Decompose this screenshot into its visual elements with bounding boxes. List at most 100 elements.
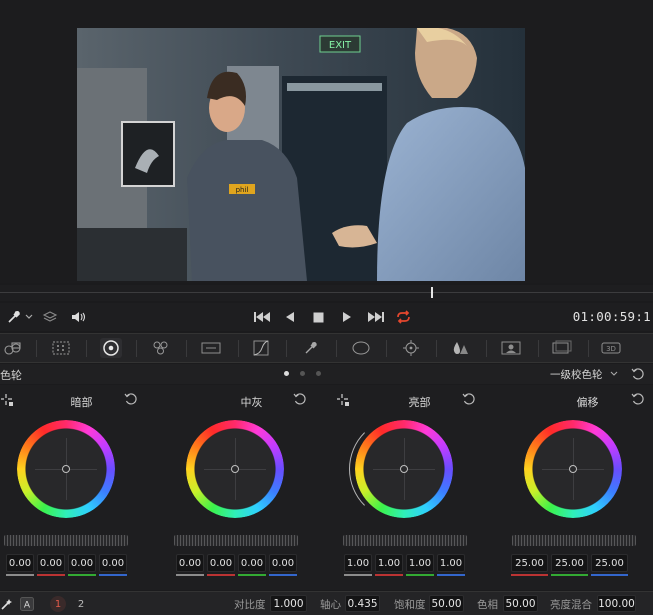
toolbar-divider [36,340,37,357]
saturation-value[interactable]: 50.00 [429,595,464,612]
gain-wheel-handle[interactable] [400,465,408,473]
gain-y-value[interactable]: 1.00 [344,554,372,572]
gamma-b-value[interactable]: 0.00 [269,554,297,572]
gamma-master-wheel[interactable] [174,535,298,546]
offset-wheel-handle[interactable] [569,465,577,473]
offset-b-value[interactable]: 25.00 [591,554,628,572]
lift-master-wheel[interactable] [4,535,128,546]
luminance-mix-label: 亮度混合 [550,598,592,611]
power-window-icon[interactable] [350,338,372,358]
sizing-icon[interactable] [550,338,572,358]
toolbar-divider [386,340,387,357]
panel-title: 色轮 [0,369,22,382]
tracker-icon[interactable] [400,338,422,358]
rgb-mixer-icon[interactable] [150,338,172,358]
offset-values: 25.00 25.00 25.00 [511,554,628,572]
gamma-wheel-panel: 中灰 0.00 0.00 0.00 0.00 [170,385,333,590]
gamma-r-value[interactable]: 0.00 [207,554,235,572]
pivot-value[interactable]: 0.435 [345,595,380,612]
page-dot-1[interactable] [284,371,289,376]
gamma-wheel-handle[interactable] [231,465,239,473]
exit-sign: EXIT [329,40,352,51]
auto-icon[interactable]: A [20,596,36,612]
offset-g-value[interactable]: 25.00 [551,554,588,572]
panel-header: 色轮 一级校色轮 [0,364,653,384]
reset-icon[interactable] [462,391,478,407]
r-indicator [207,574,235,576]
chevron-down-icon [610,371,618,376]
g-indicator [406,574,434,576]
wheel-mode-value: 一级校色轮 [550,368,603,381]
lift-b-value[interactable]: 0.00 [99,554,127,572]
page-2-button[interactable]: 2 [73,596,89,612]
auto-balance-icon[interactable] [0,596,16,612]
gain-r-value[interactable]: 1.00 [375,554,403,572]
chevron-down-icon[interactable] [24,309,34,325]
timecode-display: 01:00:59:1 [572,309,651,324]
skip-back-icon[interactable] [252,309,272,325]
lift-r-value[interactable]: 0.00 [37,554,65,572]
blur-icon[interactable] [450,338,472,358]
lift-y-value[interactable]: 0.00 [6,554,34,572]
toolbar-divider [136,340,137,357]
palette-toolbar: 3D [0,333,653,363]
adjustment-bar: A 1 2 对比度 1.000 轴心 0.435 饱和度 50.00 色相 50… [0,591,653,615]
offset-master-wheel[interactable] [512,535,636,546]
eyedropper-icon[interactable] [6,309,22,325]
reset-all-icon[interactable] [631,366,647,382]
reset-icon[interactable] [631,391,647,407]
gain-wheel-panel: 亮部 1.00 1.00 1.00 1.00 [337,385,501,590]
key-icon[interactable] [500,338,522,358]
qualifier-eyedropper-icon[interactable] [300,338,322,358]
curves-icon[interactable] [250,338,272,358]
toolbar-divider [286,340,287,357]
play-icon[interactable] [340,309,354,325]
loop-icon[interactable] [394,309,412,325]
lift-values: 0.00 0.00 0.00 0.00 [6,554,127,572]
layers-icon[interactable] [41,309,59,325]
y-indicator [6,574,34,576]
gamma-g-value[interactable]: 0.00 [238,554,266,572]
page-dot-2[interactable] [300,371,305,376]
gamma-values: 0.00 0.00 0.00 0.00 [176,554,297,572]
hue-value[interactable]: 50.00 [503,595,538,612]
hue-label: 色相 [477,598,498,611]
stop-icon[interactable] [311,309,325,325]
offset-r-value[interactable]: 25.00 [511,554,548,572]
video-still-image: EXIT phil [77,28,525,281]
video-frame[interactable]: EXIT phil [77,28,525,281]
wheel-mode-dropdown[interactable]: 一级校色轮 [546,365,622,383]
lift-g-value[interactable]: 0.00 [68,554,96,572]
page-dot-3[interactable] [316,371,321,376]
speaker-icon[interactable] [69,309,87,325]
y-indicator [176,574,204,576]
g-indicator [551,574,588,576]
g-indicator [238,574,266,576]
toolbar-divider [238,340,239,357]
gamma-y-value[interactable]: 0.00 [176,554,204,572]
gain-g-value[interactable]: 1.00 [406,554,434,572]
svg-text:A: A [24,601,31,611]
skip-forward-icon[interactable] [366,309,386,325]
color-wheels-panel: 暗部 0.00 0.00 0.00 0.00 中灰 0.00 0.00 0.00… [0,385,653,590]
lift-wheel-handle[interactable] [62,465,70,473]
reset-icon[interactable] [124,391,140,407]
3d-icon[interactable]: 3D [600,338,622,358]
timeline-scrubber[interactable] [0,285,653,301]
color-wheels-icon[interactable] [100,338,122,358]
camera-raw-icon[interactable] [2,338,24,358]
gain-values: 1.00 1.00 1.00 1.00 [344,554,465,572]
playhead[interactable] [431,287,433,298]
scrubber-track[interactable] [0,292,653,293]
luminance-mix-value[interactable]: 100.00 [597,595,636,612]
play-reverse-icon[interactable] [283,309,297,325]
color-match-icon[interactable] [50,338,72,358]
gain-b-value[interactable]: 1.00 [437,554,465,572]
y-indicator [344,574,372,576]
contrast-value[interactable]: 1.000 [270,595,307,612]
r-indicator [511,574,548,576]
motion-effects-icon[interactable] [200,338,222,358]
reset-icon[interactable] [293,391,309,407]
page-1-button[interactable]: 1 [50,596,66,612]
gain-master-wheel[interactable] [343,535,467,546]
